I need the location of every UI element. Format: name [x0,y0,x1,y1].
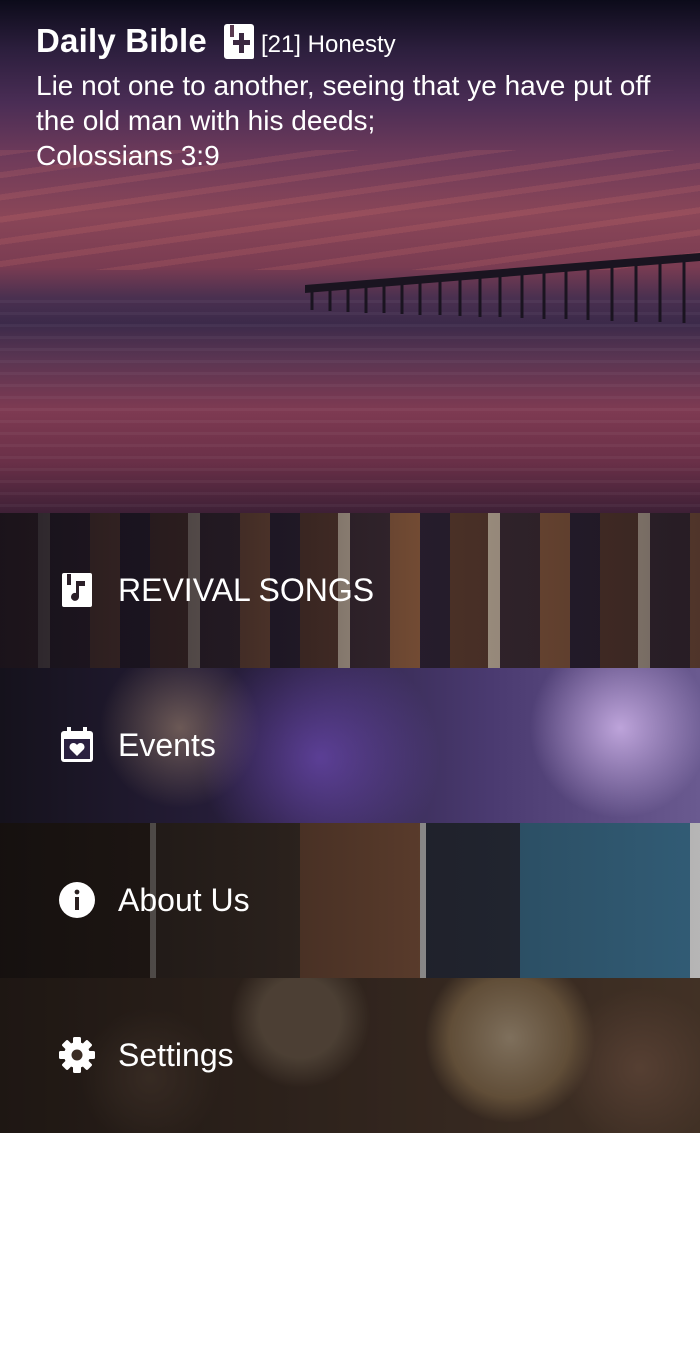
sea-waves [0,300,700,513]
gear-icon [59,1037,95,1073]
verse-source: Colossians 3:9 [36,140,220,171]
menu-item-label: Settings [118,1037,234,1073]
calendar-heart-icon [61,727,93,762]
pier-image [305,253,700,323]
menu-item-label: About Us [118,882,250,918]
verse-reference: [21] Honesty [260,31,396,58]
menu-item-label: REVIVAL SONGS [118,572,375,608]
menu-item-revival-songs[interactable]: REVIVAL SONGS [0,513,700,668]
menu-item-events[interactable]: Events [0,668,700,823]
info-icon [59,882,95,918]
menu-item-settings[interactable]: Settings [0,978,700,1133]
daily-verse-header: Daily Bible [21] Honesty Lie not one to … [0,0,700,513]
bible-cross-icon [223,24,254,59]
app-title: Daily Bible [36,22,207,59]
menu-item-about-us[interactable]: About Us [0,823,700,978]
menu-item-label: Events [118,727,216,763]
header-title-row: Daily Bible [21] Honesty [36,22,396,60]
verse-text: Lie not one to another, seeing that ye h… [36,70,651,136]
music-note-icon [62,573,92,607]
